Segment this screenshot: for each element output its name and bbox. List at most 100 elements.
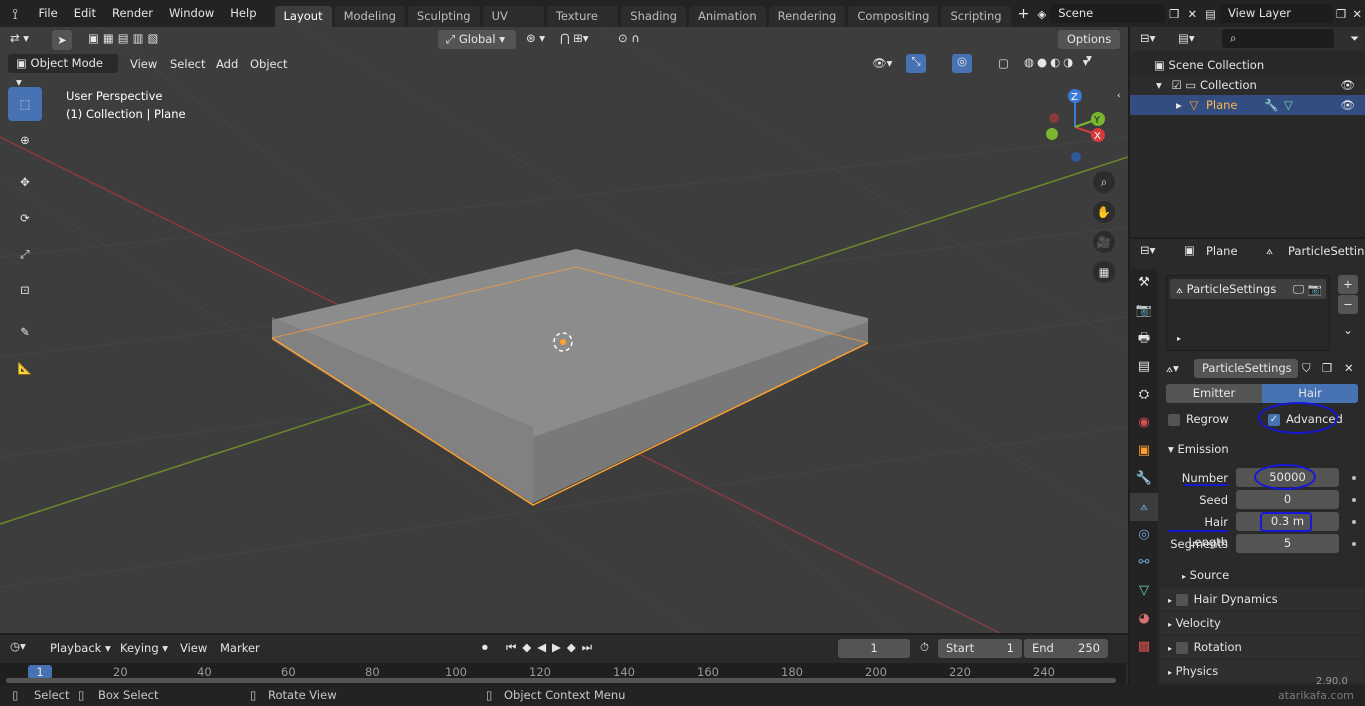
constraints-tab-icon[interactable]: ⚯	[1130, 549, 1158, 577]
data-tab-icon[interactable]: ▽	[1130, 577, 1158, 605]
emission-panel-header[interactable]: ▾ Emission	[1160, 438, 1365, 460]
menu-add[interactable]: Add	[216, 57, 238, 71]
end-frame-field[interactable]: End 250	[1024, 639, 1108, 658]
menu-select[interactable]: Select	[170, 57, 205, 71]
tab-layout[interactable]: Layout	[274, 6, 332, 27]
editor-type-icon[interactable]: ⇄ ▾	[10, 31, 29, 45]
pan-hand-icon[interactable]: ✋	[1093, 201, 1115, 223]
outliner-row-plane[interactable]: ▸ ▽ Plane 🔧 ▽ 👁	[1130, 95, 1365, 115]
menu-object[interactable]: Object	[250, 57, 287, 71]
current-frame-field[interactable]: 1	[838, 639, 910, 658]
tab-rendering[interactable]: Rendering	[768, 6, 846, 27]
scene-tab-icon[interactable]: ⛭	[1130, 381, 1158, 409]
xray-icon[interactable]: ▢	[998, 56, 1009, 70]
add-workspace-icon[interactable]: +	[1014, 6, 1034, 22]
timeline-editor-icon[interactable]: ◷▾	[10, 639, 26, 653]
scene-icon[interactable]: ◈	[1033, 7, 1050, 21]
record-icon[interactable]: ⏺	[482, 640, 488, 655]
material-tab-icon[interactable]: ◕	[1130, 605, 1158, 633]
timeline-scrollbar[interactable]	[6, 678, 1116, 683]
keyframe-dot[interactable]	[1352, 498, 1356, 502]
menu-render[interactable]: Render	[104, 0, 161, 27]
tab-texture-paint[interactable]: Texture Paint	[546, 6, 619, 44]
unlink-icon[interactable]: ✕	[1344, 361, 1354, 375]
perspective-toggle-icon[interactable]: ▦	[1093, 261, 1115, 283]
frame-ruler[interactable]: 1 20 40 60 80 100 120 140 160 180 200 22…	[0, 663, 1126, 685]
frame-indicator[interactable]: 1	[28, 665, 52, 679]
list-item[interactable]: ⟑ ParticleSettings 🖵 📷	[1170, 279, 1326, 299]
pivot-icon[interactable]: ⊛ ▾	[526, 31, 545, 45]
menu-keying[interactable]: Keying ▾	[120, 641, 168, 655]
tab-scripting[interactable]: Scripting	[941, 6, 1011, 27]
options-dropdown[interactable]: Options ▾	[1058, 30, 1120, 65]
outliner-search-input[interactable]: ⌕	[1222, 29, 1334, 48]
object-tab-icon[interactable]: ▣	[1130, 437, 1158, 465]
remove-view-layer-icon[interactable]: ✕	[1349, 7, 1365, 21]
mode-dropdown[interactable]: ▣ Object Mode ▾	[8, 54, 118, 89]
settings-datablock[interactable]: ⟑▾ ParticleSettings ⛉ ❐ ✕	[1166, 359, 1360, 379]
menu-window[interactable]: Window	[161, 0, 222, 27]
menu-view[interactable]: View	[130, 57, 157, 71]
3d-viewport[interactable]: ⇄ ▾ ➤ ▣▦▤▥▧ ⤢ Global ▾ ⊛ ▾ ⋂ ⊞▾ ⊙ ∩ Opti…	[0, 27, 1128, 633]
expand-icon[interactable]: ▾	[1156, 78, 1162, 92]
annotate-tool-icon[interactable]: ✎	[8, 315, 42, 349]
physics-tab-icon[interactable]: ◎	[1130, 521, 1158, 549]
fake-user-icon[interactable]: ⛉	[1302, 361, 1311, 376]
cursor-tool-icon[interactable]: ⊕	[8, 123, 42, 157]
expand-icon[interactable]: ▸	[1176, 98, 1182, 112]
rotation-panel-header[interactable]: ▸ Rotation	[1160, 636, 1365, 658]
select-tool-icon[interactable]: ➤	[52, 30, 72, 50]
filter-icon[interactable]: ⏷	[1350, 31, 1359, 46]
menu-file[interactable]: File	[30, 0, 65, 27]
world-tab-icon[interactable]: ◉	[1130, 409, 1158, 437]
zoom-icon[interactable]: ⌕	[1093, 171, 1115, 193]
navigation-gizmo[interactable]: Z X Y	[1040, 87, 1110, 167]
remove-scene-icon[interactable]: ✕	[1183, 7, 1201, 21]
tab-modeling[interactable]: Modeling	[334, 6, 405, 27]
menu-view[interactable]: View	[180, 641, 207, 655]
velocity-panel-header[interactable]: ▸ Velocity	[1160, 612, 1365, 634]
tab-compositing[interactable]: Compositing	[848, 6, 939, 27]
keyframe-dot[interactable]	[1352, 476, 1356, 480]
menu-help[interactable]: Help	[222, 0, 264, 27]
particles-browse-icon[interactable]: ⟑▾	[1166, 361, 1179, 376]
add-slot-button[interactable]: +	[1338, 275, 1358, 294]
output-tab-icon[interactable]: 🖶	[1130, 325, 1158, 353]
modifier-tab-icon[interactable]: 🔧	[1130, 465, 1158, 493]
eye-icon[interactable]: 👁	[1340, 75, 1355, 95]
playback-controls-icons[interactable]: ⏮◆◀▶◆⏭	[506, 640, 598, 655]
hair-dynamics-panel-header[interactable]: ▸ Hair Dynamics	[1160, 588, 1365, 610]
tab-uv-editing[interactable]: UV Editing	[482, 6, 544, 44]
keyframe-dot[interactable]	[1352, 520, 1356, 524]
move-tool-icon[interactable]: ✥	[8, 165, 42, 199]
list-expand-icon[interactable]: ▸	[1177, 334, 1181, 343]
view-layer-field[interactable]: View Layer	[1219, 4, 1334, 23]
new-scene-icon[interactable]: ❐	[1165, 7, 1183, 21]
view-layer-icon[interactable]: ▤	[1201, 7, 1220, 21]
blender-logo-icon[interactable]: ⟟	[0, 5, 30, 23]
select-box-tool-icon[interactable]: ⬚	[8, 87, 42, 121]
checkbox-icon[interactable]: ☑	[1171, 78, 1181, 92]
outliner-row-scene-collection[interactable]: ▣ Scene Collection	[1130, 55, 1365, 75]
rotation-checkbox[interactable]	[1175, 641, 1188, 654]
keyframe-dot[interactable]	[1352, 542, 1356, 546]
overlay-toggle-icon[interactable]: ◎	[952, 54, 972, 73]
outliner-row-collection[interactable]: ▾ ☑ ▭ Collection 👁	[1130, 75, 1365, 95]
snap-icon[interactable]: ⋂ ⊞▾	[560, 31, 589, 45]
selection-mode-icons[interactable]: ▣▦▤▥▧	[88, 31, 162, 45]
menu-marker[interactable]: Marker	[220, 641, 260, 655]
remove-slot-button[interactable]: −	[1338, 295, 1358, 314]
transform-tool-icon[interactable]: ⊡	[8, 273, 42, 307]
measure-tool-icon[interactable]: 📐	[8, 351, 42, 385]
render-tab-icon[interactable]: 📷	[1130, 297, 1158, 325]
new-view-layer-icon[interactable]: ❐	[1333, 7, 1349, 21]
viewport-display-icon[interactable]: 🖵 📷	[1293, 279, 1322, 299]
scale-tool-icon[interactable]: ⤢	[8, 237, 42, 271]
texture-tab-icon[interactable]: ▩	[1130, 633, 1158, 661]
tab-sculpting[interactable]: Sculpting	[407, 6, 480, 27]
shading-modes-icons[interactable]: ◍●◐◑ ▾	[1024, 55, 1092, 69]
visibility-icon[interactable]: 👁▾	[872, 56, 892, 70]
list-menu-button[interactable]: ⌄	[1338, 321, 1358, 340]
regrow-checkbox[interactable]: Regrow	[1168, 410, 1229, 428]
rotate-tool-icon[interactable]: ⟳	[8, 201, 42, 235]
